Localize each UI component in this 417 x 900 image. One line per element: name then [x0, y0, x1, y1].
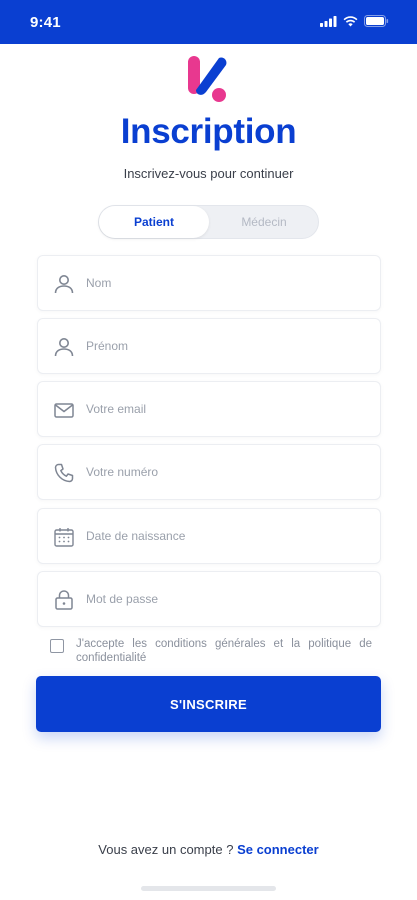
password-input[interactable] [86, 572, 366, 626]
home-indicator [141, 886, 276, 891]
login-prompt-row: Vous avez un compte ? Se connecter [0, 842, 417, 857]
email-input[interactable] [86, 382, 366, 436]
status-bar: 9:41 [0, 0, 417, 44]
email-field[interactable] [37, 381, 381, 437]
user-icon [54, 275, 74, 294]
battery-icon [364, 15, 389, 27]
login-prompt: Vous avez un compte ? [98, 842, 234, 857]
phone-input[interactable] [86, 445, 366, 499]
last-name-field[interactable] [37, 255, 381, 311]
envelope-icon [54, 403, 74, 418]
terms-label: J'accepte les conditions générales et la… [76, 638, 372, 664]
cellular-signal-icon [320, 15, 337, 27]
birthdate-input[interactable] [86, 509, 366, 563]
tab-patient[interactable]: Patient [99, 206, 209, 238]
status-icons [320, 15, 389, 27]
status-time: 9:41 [30, 14, 61, 31]
last-name-input[interactable] [86, 256, 366, 310]
phone-field[interactable] [37, 444, 381, 500]
lock-icon [55, 590, 73, 610]
app-logo [188, 56, 227, 102]
first-name-input[interactable] [86, 319, 366, 373]
first-name-field[interactable] [37, 318, 381, 374]
birthdate-field[interactable] [37, 508, 381, 564]
tab-medecin[interactable]: Médecin [209, 206, 319, 238]
signup-button[interactable]: S'INSCRIRE [36, 676, 381, 732]
phone-icon [54, 463, 74, 483]
page-title: Inscription [120, 112, 297, 151]
login-link[interactable]: Se connecter [237, 842, 319, 857]
page-subtitle: Inscrivez-vous pour continuer [123, 166, 294, 181]
wifi-icon [343, 15, 358, 26]
password-field[interactable] [37, 571, 381, 627]
user-icon [54, 338, 74, 357]
calendar-icon [54, 528, 74, 547]
terms-checkbox[interactable] [50, 639, 64, 653]
role-toggle: Patient Médecin [98, 205, 319, 239]
